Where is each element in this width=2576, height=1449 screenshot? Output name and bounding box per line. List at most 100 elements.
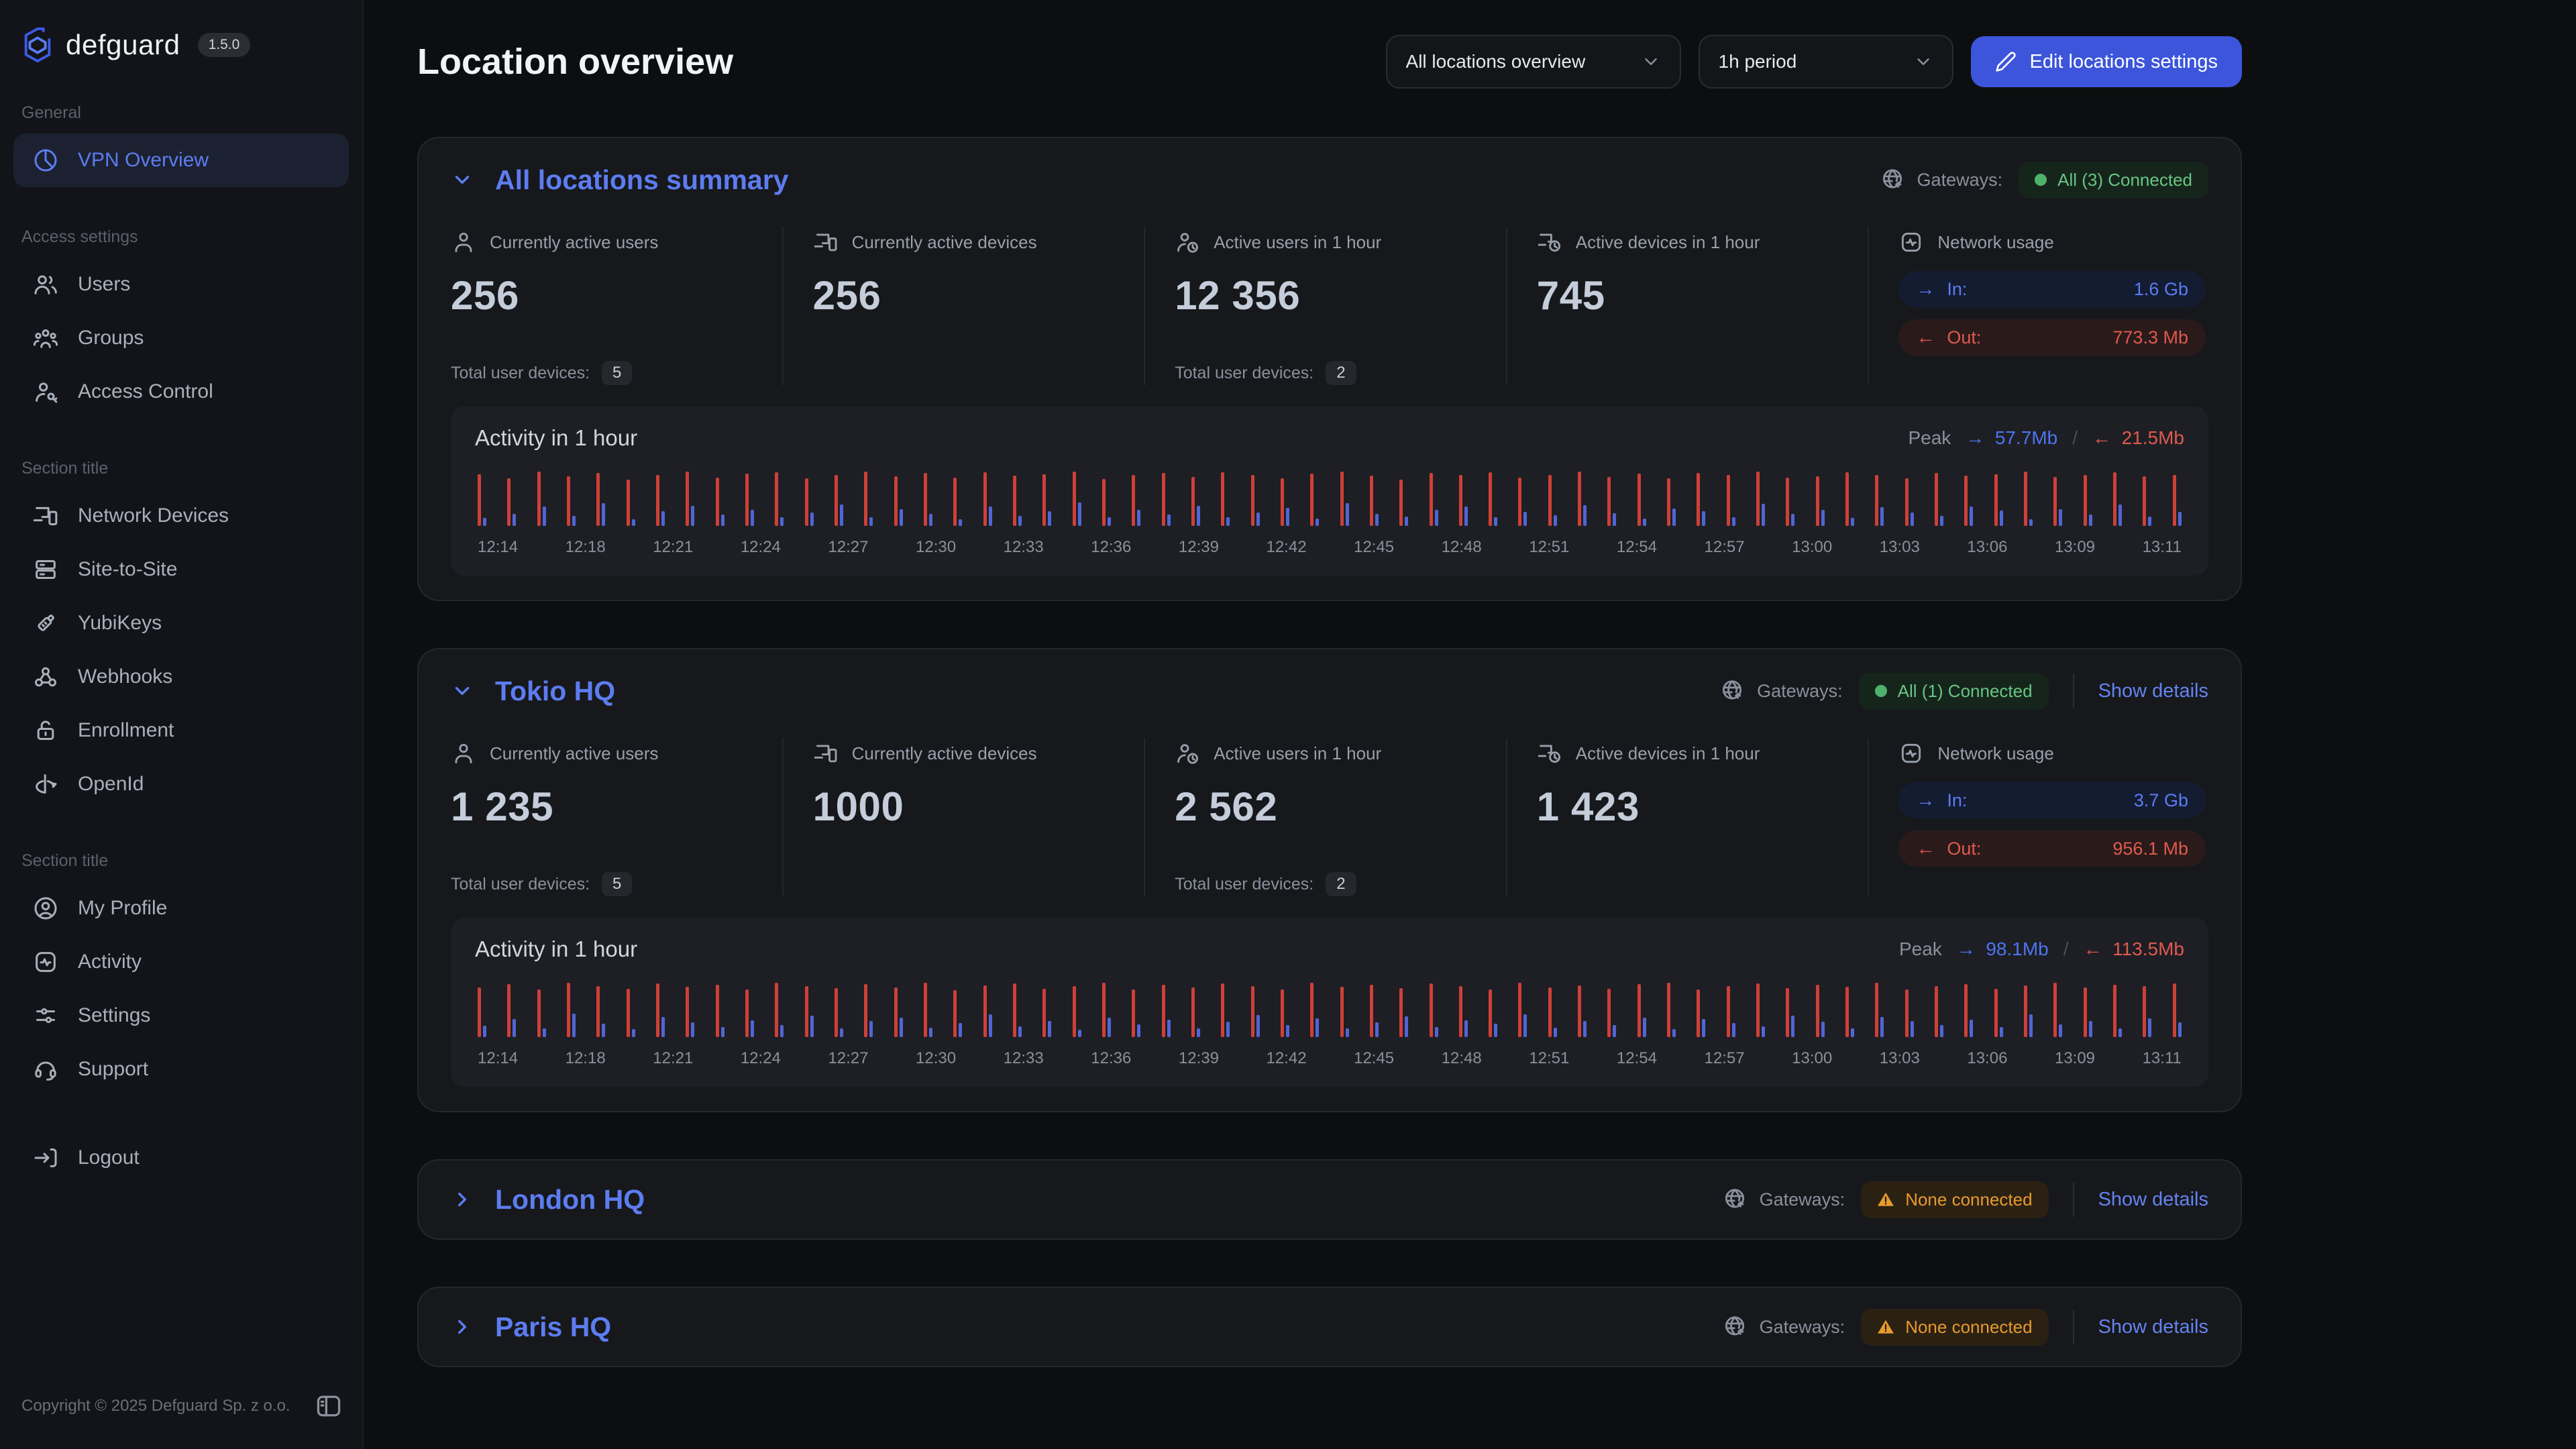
sidebar-item-label: Logout [78,1146,140,1169]
location-filter-value: All locations overview [1406,51,1586,72]
total-devices-badge: 5 [602,872,632,896]
bar-in [1791,514,1794,526]
bar-in [1256,513,1260,526]
peak-label: Peak [1908,427,1951,449]
bar-out [1310,474,1313,526]
period-select[interactable]: 1h period [1699,35,1953,89]
network-out-pill: ← Out: 956.1 Mb [1898,830,2206,867]
bar-out [1935,473,1938,526]
sidebar-item-yubikeys[interactable]: YubiKeys [13,596,349,650]
bar-pair [1727,470,1735,526]
copyright-text: Copyright © 2025 Defguard Sp. z o.o. [21,1397,314,1415]
bar-out [775,983,778,1037]
time-tick-label: 12:36 [1091,1049,1131,1068]
sidebar-item-settings[interactable]: Settings [13,989,349,1042]
bar-pair [953,981,962,1037]
sidebar-item-users[interactable]: Users [13,258,349,311]
bar-in [1613,1025,1616,1037]
sidebar-item-support[interactable]: Support [13,1042,349,1096]
sidebar-item-label: YubiKeys [78,612,162,635]
bar-in [691,506,694,526]
bar-pair [1667,981,1676,1037]
bar-in [959,519,962,526]
sidebar-item-label: OpenId [78,773,144,796]
bar-pair [1756,981,1765,1037]
bar-in [780,1025,784,1037]
time-tick-label: 12:39 [1179,538,1219,557]
bar-pair [2173,470,2182,526]
location-filter-select[interactable]: All locations overview [1386,35,1681,89]
bar-in [2089,1021,2092,1037]
bar-out [1727,475,1730,526]
expand-card-chevron-icon[interactable] [451,1316,474,1338]
time-tick-label: 12:27 [828,538,868,557]
bar-in [751,510,754,526]
bar-in [691,1022,694,1037]
sidebar-item-webhooks[interactable]: Webhooks [13,650,349,704]
bar-in [1851,518,1854,526]
bar-out [478,987,481,1037]
bar-pair [1221,981,1230,1037]
bar-out [1102,983,1106,1037]
collapse-card-chevron-icon[interactable] [451,168,474,191]
sidebar-item-site-to-site[interactable]: Site-to-Site [13,543,349,596]
time-tick-label: 12:24 [741,538,781,557]
bar-pair [1102,981,1111,1037]
bar-out [2143,986,2146,1037]
bar-out [894,987,898,1037]
bar-pair [1697,470,1705,526]
bar-pair [1845,470,1854,526]
bar-pair [1013,981,1022,1037]
stat-active-devices-in-1-hour: Active devices in 1 hour 745 [1507,227,1870,385]
bar-in [1702,1019,1705,1037]
edit-locations-settings-button[interactable]: Edit locations settings [1971,36,2242,87]
sidebar-item-my-profile[interactable]: My Profile [13,881,349,935]
bar-out [745,474,749,526]
bar-out [2024,472,2027,526]
card-header-right: Gateways: All (1) Connected Show details [1719,673,2208,710]
time-tick-label: 12:21 [653,1049,693,1068]
show-details-link[interactable]: Show details [2098,680,2208,702]
sidebar-item-enrollment[interactable]: Enrollment [13,704,349,757]
bar-pair [2024,981,2033,1037]
sidebar-item-vpn-overview[interactable]: VPN Overview [13,133,349,187]
sidebar-item-label: My Profile [78,897,167,920]
bar-in [2118,1028,2122,1037]
bar-out [1786,988,1789,1037]
peak-stats: Peak → 98.1Mb / ← 113.5Mb [1899,938,2184,960]
bar-out [1875,475,1878,526]
time-tick-label: 13:03 [1880,1049,1920,1068]
sidebar-item-access-control[interactable]: Access Control [13,365,349,419]
network-out-pill: ← Out: 773.3 Mb [1898,319,2206,356]
bar-pair [1905,470,1914,526]
bar-out [1845,987,1849,1037]
bar-in [1970,506,1973,526]
bar-out [1370,476,1373,526]
network-icon [1898,229,1924,255]
bar-pair [1013,470,1022,526]
show-details-link[interactable]: Show details [2098,1189,2208,1211]
arrow-right-icon: → [1916,278,1935,300]
sidebar-item-network-devices[interactable]: Network Devices [13,489,349,543]
bar-in [1791,1016,1794,1037]
bar-out [1518,983,1521,1037]
bar-pair [1875,470,1884,526]
expand-card-chevron-icon[interactable] [451,1188,474,1211]
bar-out [864,984,867,1037]
sidebar-item-activity[interactable]: Activity [13,935,349,989]
sidebar-collapse-icon[interactable] [314,1391,343,1421]
sidebar-item-logout[interactable]: Logout [13,1131,349,1185]
sidebar-item-openid[interactable]: OpenId [13,757,349,811]
app-root: defguard 1.5.0 General VPN OverviewAcces… [0,0,2576,1449]
bar-in [780,517,784,526]
network-in-value: 3.7 Gb [2134,790,2188,811]
collapse-card-chevron-icon[interactable] [451,680,474,702]
webhook-icon [32,663,59,690]
network-icon [1898,741,1924,766]
bar-in [513,1019,516,1037]
gateways-label: Gateways: [1719,678,1843,704]
show-details-link[interactable]: Show details [2098,1316,2208,1338]
bar-in [1405,1016,1408,1037]
sidebar-item-groups[interactable]: Groups [13,311,349,365]
network-in-pill: → In: 1.6 Gb [1898,271,2206,307]
